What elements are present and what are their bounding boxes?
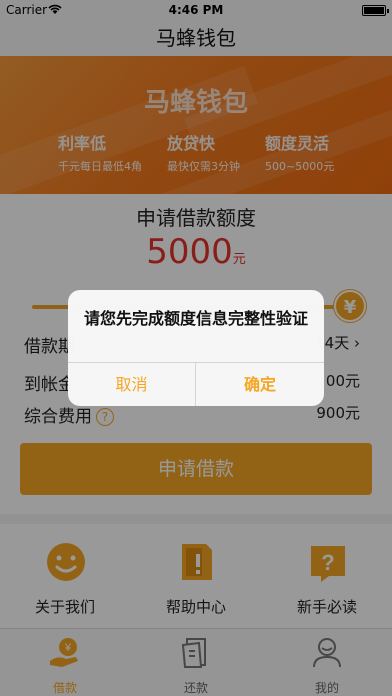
alert-message: 请您先完成额度信息完整性验证 <box>83 309 308 328</box>
confirm-button[interactable]: 确定 <box>196 363 324 406</box>
verification-alert: 请您先完成额度信息完整性验证 取消 确定 <box>68 290 324 406</box>
alert-buttons: 取消 确定 <box>68 362 324 406</box>
cancel-button[interactable]: 取消 <box>68 363 196 406</box>
